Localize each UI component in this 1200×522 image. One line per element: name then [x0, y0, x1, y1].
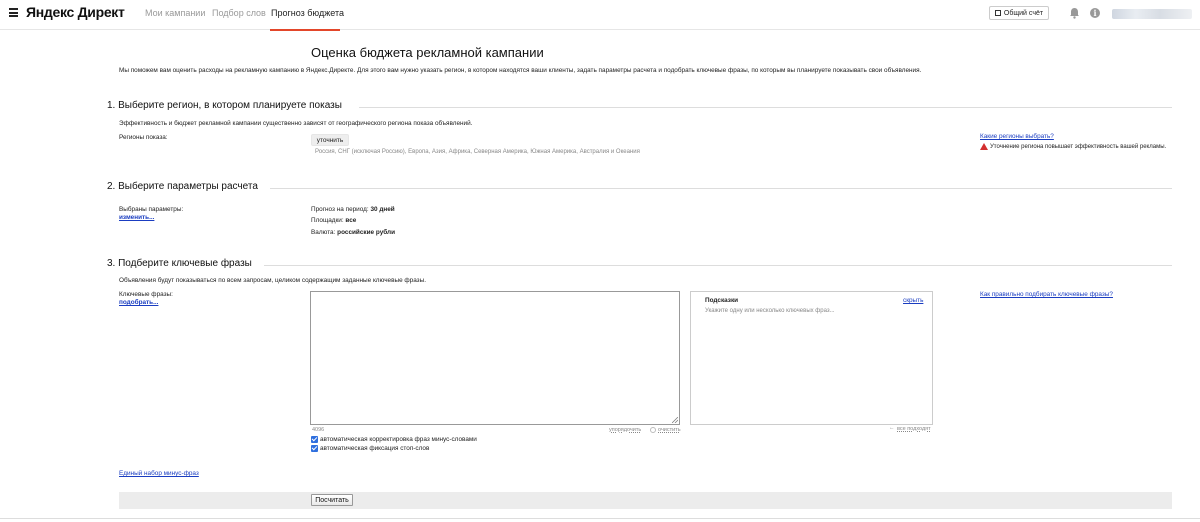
info-icon[interactable]: i: [1090, 8, 1100, 18]
clear-phrases-link[interactable]: очистить: [658, 427, 681, 433]
params-label: Выбраны параметры:: [119, 206, 184, 213]
section-params-title: 2. Выберите параметры расчета: [107, 181, 258, 192]
change-params-link[interactable]: изменить...: [119, 214, 154, 221]
regions-label: Регионы показа:: [119, 134, 168, 141]
currency-row: Валюта: российские рубли: [311, 229, 395, 236]
hints-placeholder: Укажите одну или несколько ключевых фраз…: [705, 308, 835, 314]
regions-value: Россия, СНГ (исключая Россию), Европа, А…: [315, 149, 640, 155]
logo[interactable]: Яндекс Директ: [26, 4, 125, 20]
shared-account-label: Общий счёт: [1003, 9, 1044, 17]
arrow-left-icon: ←: [889, 425, 895, 431]
tab-budget-forecast[interactable]: Прогноз бюджета: [271, 8, 344, 18]
char-counter: 4096: [312, 427, 325, 433]
keywords-help-link[interactable]: Как правильно подбирать ключевые фразы?: [980, 291, 1113, 298]
section-region-title: 1. Выберите регион, в котором планируете…: [107, 100, 342, 111]
platforms-label: Площадки:: [311, 217, 344, 224]
user-account-menu[interactable]: [1112, 9, 1192, 19]
page-title: Оценка бюджета рекламной кампании: [311, 45, 544, 60]
sort-phrases-link[interactable]: упорядочить: [609, 427, 641, 433]
auto-minus-words-label[interactable]: автоматическая корректировка фраз минус-…: [320, 436, 477, 443]
period-label: Прогноз на период:: [311, 206, 369, 213]
currency-label: Валюта:: [311, 229, 336, 236]
refine-regions-button[interactable]: уточнить: [311, 134, 349, 146]
bell-icon[interactable]: [1069, 7, 1080, 19]
section-divider: [270, 188, 1172, 189]
clear-radio-icon[interactable]: [650, 427, 656, 433]
period-value: 30 дней: [370, 206, 395, 213]
menu-icon[interactable]: [9, 8, 18, 17]
period-row: Прогноз на период: 30 дней: [311, 206, 395, 213]
auto-minus-words-checkbox[interactable]: [311, 436, 318, 443]
wallet-icon: [994, 10, 1001, 16]
top-header: Яндекс Директ Мои кампании Подбор слов П…: [0, 0, 1200, 31]
hints-panel: Подсказки скрыть Укажите одну или нескол…: [690, 291, 933, 425]
shared-account-button[interactable]: Общий счёт: [989, 6, 1049, 20]
auto-stop-words-label[interactable]: автоматическая фиксация стоп-слов: [320, 445, 429, 452]
section-divider: [359, 107, 1172, 108]
auto-stop-words-checkbox[interactable]: [311, 445, 318, 452]
hints-title: Подсказки: [705, 297, 739, 304]
hide-hints-link[interactable]: скрыть: [903, 297, 923, 304]
tab-word-selection[interactable]: Подбор слов: [212, 8, 266, 18]
footer-divider: [0, 518, 1200, 519]
active-tab-indicator: [270, 29, 340, 31]
keywords-label: Ключевые фразы:: [119, 291, 173, 298]
minus-phrases-link[interactable]: Единый набор минус-фраз: [119, 470, 199, 477]
calculate-button[interactable]: Посчитать: [311, 494, 353, 506]
keywords-textarea[interactable]: [310, 291, 680, 425]
tab-my-campaigns[interactable]: Мои кампании: [145, 8, 205, 18]
region-description: Эффективность и бюджет рекламной кампани…: [119, 120, 473, 127]
section-divider: [264, 265, 1172, 266]
pick-keywords-link[interactable]: подобрать...: [119, 299, 158, 306]
region-warning-text: Уточнение региона повышает эффективность…: [990, 144, 1167, 150]
currency-value: российские рубли: [337, 229, 396, 236]
resize-handle-icon[interactable]: [672, 417, 678, 423]
all-fit-link[interactable]: все подходят: [897, 426, 931, 432]
platforms-value: все: [345, 217, 357, 224]
platforms-row: Площадки: все: [311, 217, 356, 224]
action-bar: [119, 492, 1172, 509]
keywords-description: Объявления будут показываться по всем за…: [119, 277, 426, 284]
warning-icon: [980, 143, 988, 150]
section-keywords-title: 3. Подберите ключевые фразы: [107, 258, 252, 269]
intro-text: Мы поможем вам оценить расходы на реклам…: [119, 67, 922, 74]
which-regions-link[interactable]: Какие регионы выбрать?: [980, 133, 1054, 140]
